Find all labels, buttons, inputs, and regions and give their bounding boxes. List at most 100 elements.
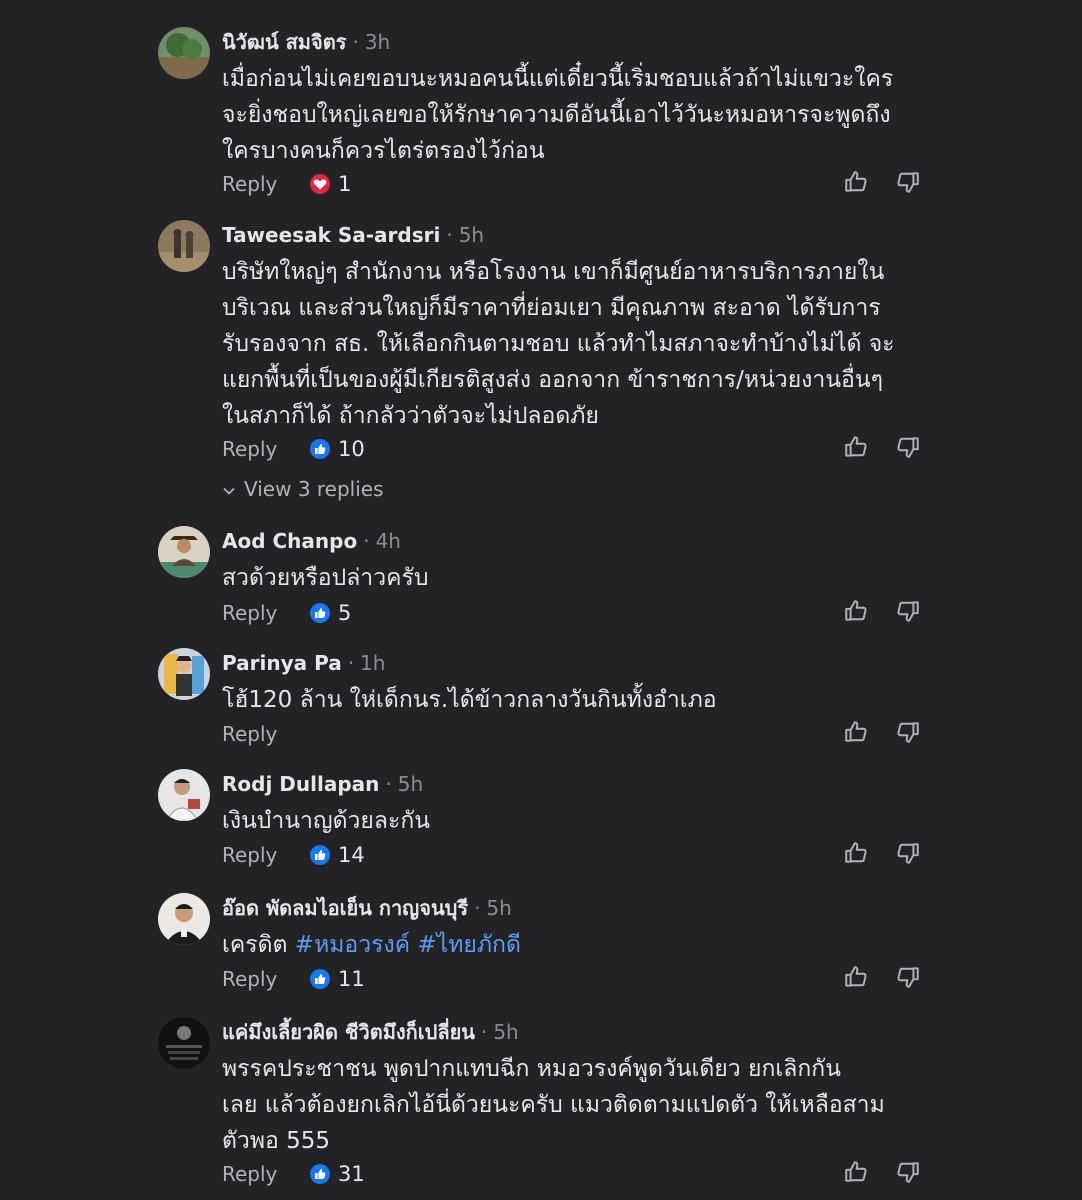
comment-text: สวด้วยหรือปล่าวครับ xyxy=(222,560,922,596)
comment-actions: Reply xyxy=(222,719,922,749)
reaction-summary[interactable]: 1 xyxy=(310,169,351,199)
reaction-count: 11 xyxy=(338,967,365,991)
view-replies-button[interactable]: View 3 replies xyxy=(222,474,384,504)
comment-actions: Reply 31 xyxy=(222,1159,922,1189)
reaction-summary[interactable]: 5 xyxy=(310,598,351,628)
separator-dot: · xyxy=(385,772,392,796)
comment-time[interactable]: 5h xyxy=(459,223,484,247)
thumbs-up-icon[interactable] xyxy=(843,964,869,990)
avatar[interactable] xyxy=(158,893,210,945)
reaction-summary[interactable]: 10 xyxy=(310,434,365,464)
separator-dot: · xyxy=(446,223,453,247)
comment-line: เงินบำนาญด้วยละกัน xyxy=(222,808,430,834)
avatar[interactable] xyxy=(158,27,210,79)
comment-line: เลย แล้วต้องยกเลิกไอ้นี่ด้วยนะครับ แมวติ… xyxy=(222,1092,885,1118)
comment-line: เครดิต xyxy=(222,932,295,958)
like-reaction-icon xyxy=(310,1164,330,1184)
separator-dot: · xyxy=(363,529,370,553)
avatar[interactable] xyxy=(158,648,210,700)
comment-actions: Reply 5 xyxy=(222,598,922,628)
comment-text: โฮ้120 ล้าน ให่เด็กนร.ได้ข้าวกลางวันกินท… xyxy=(222,682,922,718)
reply-button[interactable]: Reply xyxy=(222,434,277,464)
thumbs-down-icon[interactable] xyxy=(895,719,921,745)
comment-actions: Reply 10 xyxy=(222,434,922,464)
comment-time[interactable]: 5h xyxy=(493,1020,518,1044)
reply-button[interactable]: Reply xyxy=(222,1159,277,1189)
comment-author[interactable]: Rodj Dullapan xyxy=(222,772,379,796)
like-reaction-icon xyxy=(310,603,330,623)
thumbs-up-icon[interactable] xyxy=(843,434,869,460)
comment-line: บริษัทใหญ่ๆ สำนักงาน หรือโรงงาน เขาก็มีศ… xyxy=(222,259,885,285)
comment-line: แยกพื้นที่เป็นของผู้มีเกียรติสูงส่ง ออกจ… xyxy=(222,367,883,393)
separator-dot: · xyxy=(352,30,359,54)
comment-text: บริษัทใหญ่ๆ สำนักงาน หรือโรงงาน เขาก็มีศ… xyxy=(222,254,922,434)
comment-time[interactable]: 5h xyxy=(398,772,423,796)
comment-author[interactable]: Taweesak Sa-ardsri xyxy=(222,223,440,247)
reaction-count: 10 xyxy=(338,437,365,461)
reaction-count: 14 xyxy=(338,843,365,867)
thumbs-down-icon[interactable] xyxy=(895,964,921,990)
hashtag-link[interactable]: #หมอวรงค์ xyxy=(295,932,410,958)
reply-button[interactable]: Reply xyxy=(222,598,277,628)
reaction-count: 1 xyxy=(338,172,352,196)
reaction-summary[interactable]: 14 xyxy=(310,840,365,870)
avatar[interactable] xyxy=(158,220,210,272)
view-replies-label: View 3 replies xyxy=(244,477,384,501)
avatar[interactable] xyxy=(158,526,210,578)
comment-author[interactable]: อ๊อด พัดลมไอเย็น กาญจนบุรี xyxy=(222,896,468,920)
separator-dot: · xyxy=(480,1020,488,1044)
comment-line: พรรคประชาชน พูดปากแทบฉีก หมอวรงค์พูดวันเ… xyxy=(222,1056,841,1082)
love-reaction-icon xyxy=(310,174,330,194)
comment-line: จะยิ่งชอบใหญ่เลยขอให้รักษาความดีอันนี้เอ… xyxy=(222,102,891,128)
reaction-summary[interactable]: 11 xyxy=(310,964,365,994)
comment-time[interactable]: 3h xyxy=(365,30,390,54)
comment-line: บริเวณ และส่วนใหญ่ก็มีราคาที่ย่อมเยา มีค… xyxy=(222,295,881,321)
reaction-summary[interactable]: 31 xyxy=(310,1159,365,1189)
comment-author[interactable]: Aod Chanpo xyxy=(222,529,357,553)
comment-actions: Reply 1 xyxy=(222,169,922,199)
reply-button[interactable]: Reply xyxy=(222,169,277,199)
comment-time[interactable]: 5h xyxy=(486,896,511,920)
comment-line: ตัวพอ 555 xyxy=(222,1128,331,1154)
comment-time[interactable]: 4h xyxy=(376,529,401,553)
comment-line: รับรองจาก สธ. ให้เลือกกินตามชอบ แล้วทำไม… xyxy=(222,331,895,357)
like-reaction-icon xyxy=(310,439,330,459)
comment-text: เงินบำนาญด้วยละกัน xyxy=(222,803,922,839)
comment-actions: Reply 11 xyxy=(222,964,922,994)
comment-line: เมื่อก่อนไม่เคยขอบนะหมอคนนี้แต่เดี๋ยวนี้… xyxy=(222,66,894,92)
thumbs-down-icon[interactable] xyxy=(895,169,921,195)
like-reaction-icon xyxy=(310,969,330,989)
chevron-down-icon xyxy=(222,476,236,506)
separator-dot: · xyxy=(347,651,355,675)
thumbs-down-icon[interactable] xyxy=(895,598,921,624)
thumbs-up-icon[interactable] xyxy=(843,719,869,745)
reaction-count: 5 xyxy=(338,601,352,625)
comment-line: ในสภาก็ได้ ถ้ากลัวว่าตัวจะไม่ปลอดภัย xyxy=(222,403,599,429)
avatar[interactable] xyxy=(158,769,210,821)
thumbs-down-icon[interactable] xyxy=(895,434,921,460)
comment-line: สวด้วยหรือปล่าวครับ xyxy=(222,565,429,591)
comment-text: เครดิต #หมอวรงค์ #ไทยภักดี xyxy=(222,927,922,963)
comment-actions: Reply 14 xyxy=(222,840,922,870)
comment-text: พรรคประชาชน พูดปากแทบฉีก หมอวรงค์พูดวันเ… xyxy=(222,1051,922,1159)
like-reaction-icon xyxy=(310,845,330,865)
thumbs-up-icon[interactable] xyxy=(843,598,869,624)
reply-button[interactable]: Reply xyxy=(222,964,277,994)
reply-button[interactable]: Reply xyxy=(222,719,277,749)
thumbs-up-icon[interactable] xyxy=(843,169,869,195)
thumbs-down-icon[interactable] xyxy=(895,840,921,866)
avatar[interactable] xyxy=(158,1017,210,1069)
thumbs-down-icon[interactable] xyxy=(895,1159,921,1185)
comment-author[interactable]: Parinya Pa xyxy=(222,651,342,675)
hashtag-link[interactable]: #ไทยภักดี xyxy=(417,932,521,958)
thumbs-up-icon[interactable] xyxy=(843,840,869,866)
thumbs-up-icon[interactable] xyxy=(843,1159,869,1185)
comment-line: ใครบางคนก็ควรไตร่ตรองไว้ก่อน xyxy=(222,138,545,164)
comment-time[interactable]: 1h xyxy=(360,651,385,675)
reaction-count: 31 xyxy=(338,1162,365,1186)
comment-author[interactable]: นิวัฒน์ สมจิตร xyxy=(222,30,346,54)
reply-button[interactable]: Reply xyxy=(222,840,277,870)
comment-author[interactable]: แค่มึงเลี้ยวผิด ชีวิตมึงก็เปลี่ยน xyxy=(222,1020,475,1044)
separator-dot: · xyxy=(474,896,481,920)
comment-line: โฮ้120 ล้าน ให่เด็กนร.ได้ข้าวกลางวันกินท… xyxy=(222,687,717,713)
